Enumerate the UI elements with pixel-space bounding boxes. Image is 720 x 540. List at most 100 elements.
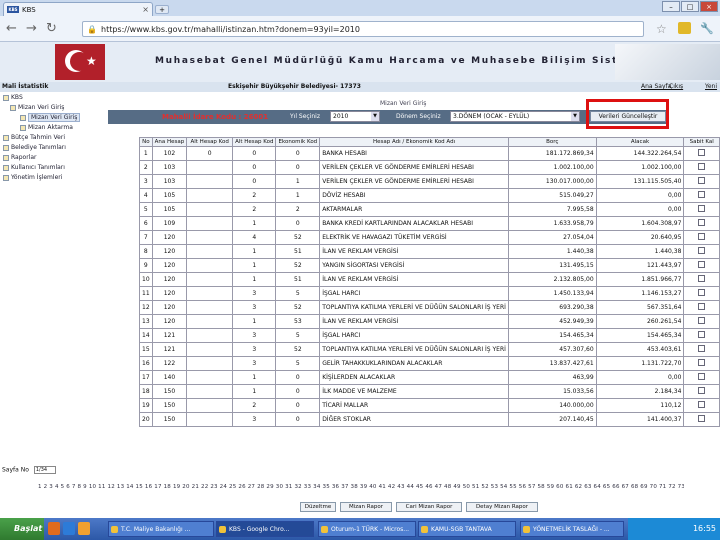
row-checkbox[interactable] xyxy=(698,317,706,324)
link-logout[interactable]: Çıkış xyxy=(669,82,683,92)
detay-mizan-report-button[interactable]: Detay Mizan Rapor xyxy=(466,502,538,512)
link-new[interactable]: Yeni xyxy=(705,82,717,92)
cell-borc[interactable]: 207.140,45 xyxy=(507,412,597,427)
taskbar-item-kamu-sgb[interactable]: KAMU-SGB TANTAVA xyxy=(418,521,516,537)
page-input[interactable]: 1/34 xyxy=(33,466,56,474)
cell-borc[interactable]: 1.450.133,94 xyxy=(507,286,597,301)
close-window-button[interactable]: × xyxy=(700,1,718,12)
row-checkbox[interactable] xyxy=(698,163,706,170)
cell-borc[interactable]: 693.290,38 xyxy=(507,300,597,315)
row-checkbox[interactable] xyxy=(698,261,706,268)
row-checkbox[interactable] xyxy=(698,331,706,338)
cell-borc[interactable]: 154.465,34 xyxy=(507,328,597,343)
row-checkbox[interactable] xyxy=(698,359,706,366)
row-checkbox[interactable] xyxy=(698,415,706,422)
row-checkbox[interactable] xyxy=(698,247,706,254)
sidebar-item-yonetim-islemleri[interactable]: Yönetim İşlemleri xyxy=(3,174,62,181)
extension-icon[interactable] xyxy=(678,22,691,34)
taskbar-item-yonetmelik[interactable]: YÖNETMELİK TASLAĞI - ... xyxy=(520,521,624,537)
taskbar-item-kbs-chrome[interactable]: KBS - Google Chro... xyxy=(216,521,314,537)
row-checkbox[interactable] xyxy=(698,205,706,212)
cell-alacak[interactable]: 2.184,34 xyxy=(595,384,685,399)
row-checkbox[interactable] xyxy=(698,303,706,310)
cell-alacak[interactable]: 154.465,34 xyxy=(595,328,685,343)
cell-borc[interactable]: 13.837.427,61 xyxy=(507,356,597,371)
folder-quick-icon[interactable] xyxy=(78,522,90,535)
cell-borc[interactable]: 1.002.100,00 xyxy=(507,160,597,175)
row-checkbox[interactable] xyxy=(698,401,706,408)
sidebar-item-raporlar[interactable]: Raporlar xyxy=(3,154,36,161)
cell-alacak[interactable]: 260.261,54 xyxy=(595,314,685,329)
taskbar-item-word[interactable]: Oturum-1 TÜRK - Micros... xyxy=(318,521,416,537)
cell-alacak[interactable]: 1.851.966,77 xyxy=(595,272,685,287)
cell-borc[interactable]: 515.049,27 xyxy=(507,188,597,203)
browser-tab[interactable]: KBS KBS × xyxy=(3,2,153,16)
cell-borc[interactable]: 2.132.805,00 xyxy=(507,272,597,287)
correction-button[interactable]: Düzeltme xyxy=(300,502,336,512)
cari-mizan-report-button[interactable]: Cari Mizan Rapor xyxy=(396,502,462,512)
cell-alacak[interactable]: 0,00 xyxy=(595,202,685,217)
tab-close-icon[interactable]: × xyxy=(142,5,149,14)
minimize-button[interactable]: – xyxy=(662,1,680,12)
back-arrow-icon[interactable]: ← xyxy=(6,21,17,36)
address-bar[interactable]: 🔒 https://www.kbs.gov.tr/mahalli/istinza… xyxy=(82,21,644,37)
row-checkbox[interactable] xyxy=(698,275,706,282)
cell-borc[interactable]: 130.017.000,00 xyxy=(507,174,597,189)
new-tab-button[interactable]: + xyxy=(155,5,169,14)
sidebar-item-mizan-veri-giris[interactable]: Mizan Veri Giriş xyxy=(10,104,64,111)
cell-borc[interactable]: 1.633.958,79 xyxy=(507,216,597,231)
cell-alacak[interactable]: 144.322.264,54 xyxy=(595,146,685,161)
start-button[interactable]: Başlat xyxy=(0,518,44,540)
row-checkbox[interactable] xyxy=(698,387,706,394)
row-checkbox[interactable] xyxy=(698,373,706,380)
cell-alacak[interactable]: 131.115.505,40 xyxy=(595,174,685,189)
sidebar-item-butce-tahmin[interactable]: Bütçe Tahmin Veri xyxy=(3,134,65,141)
cell-borc[interactable]: 15.033,56 xyxy=(507,384,597,399)
ie-icon[interactable] xyxy=(63,522,75,535)
cell-borc[interactable]: 181.172.869,34 xyxy=(507,146,597,161)
firefox-icon[interactable] xyxy=(48,522,60,535)
row-checkbox[interactable] xyxy=(698,233,706,240)
cell-alacak[interactable]: 567.351,64 xyxy=(595,300,685,315)
link-home[interactable]: Ana Sayfa xyxy=(641,82,671,92)
cell-alacak[interactable]: 1.002.100,00 xyxy=(595,160,685,175)
cell-alacak[interactable]: 1.131.722,70 xyxy=(595,356,685,371)
sidebar-item-mizan-aktarma[interactable]: Mizan Aktarma xyxy=(20,124,73,131)
cell-alacak[interactable]: 110,12 xyxy=(595,398,685,413)
row-checkbox[interactable] xyxy=(698,345,706,352)
cell-alacak[interactable]: 20.640,95 xyxy=(595,230,685,245)
cell-borc[interactable]: 131.495,15 xyxy=(507,258,597,273)
cell-alacak[interactable]: 1.604.308,97 xyxy=(595,216,685,231)
tree-root[interactable]: KBS xyxy=(3,94,23,101)
cell-alacak[interactable]: 121.443,97 xyxy=(595,258,685,273)
maximize-button[interactable]: □ xyxy=(681,1,699,12)
cell-alacak[interactable]: 453.403,61 xyxy=(595,342,685,357)
cell-borc[interactable]: 140.000,00 xyxy=(507,398,597,413)
cell-borc[interactable]: 7.995,58 xyxy=(507,202,597,217)
cell-borc[interactable]: 463,99 xyxy=(507,370,597,385)
row-checkbox[interactable] xyxy=(698,177,706,184)
bookmark-star-icon[interactable]: ☆ xyxy=(656,22,667,36)
taskbar-item-maliye[interactable]: T.C. Maliye Bakanlığı ... xyxy=(108,521,214,537)
forward-arrow-icon[interactable]: → xyxy=(26,21,37,36)
cell-borc[interactable]: 27.054,04 xyxy=(507,230,597,245)
sidebar-item-mizan-veri-giris-page[interactable]: Mizan Veri Giriş xyxy=(20,113,81,122)
cell-borc[interactable]: 457.307,60 xyxy=(507,342,597,357)
cell-alacak[interactable]: 1.440,38 xyxy=(595,244,685,259)
cell-alacak[interactable]: 1.146.153,27 xyxy=(595,286,685,301)
row-checkbox[interactable] xyxy=(698,289,706,296)
page-number-links[interactable]: 1 2 3 4 5 6 7 8 9 10 11 12 13 14 15 16 1… xyxy=(38,484,684,490)
period-select[interactable]: 3.DÖNEM (OCAK - EYLÜL) ▼ xyxy=(450,111,580,122)
row-checkbox[interactable] xyxy=(698,191,706,198)
sidebar-item-kullanici-tanimlari[interactable]: Kullanıcı Tanımları xyxy=(3,164,65,171)
cell-borc[interactable]: 452.949,39 xyxy=(507,314,597,329)
reload-icon[interactable]: ↻ xyxy=(46,21,57,36)
row-checkbox[interactable] xyxy=(698,219,706,226)
cell-alacak[interactable]: 0,00 xyxy=(595,188,685,203)
cell-alacak[interactable]: 0,00 xyxy=(595,370,685,385)
year-select[interactable]: 2010 ▼ xyxy=(330,111,380,122)
row-checkbox[interactable] xyxy=(698,149,706,156)
mizan-report-button[interactable]: Mizan Rapor xyxy=(340,502,392,512)
sidebar-item-belediye-tanimlari[interactable]: Belediye Tanımları xyxy=(3,144,66,151)
wrench-icon[interactable]: 🔧 xyxy=(700,22,714,35)
